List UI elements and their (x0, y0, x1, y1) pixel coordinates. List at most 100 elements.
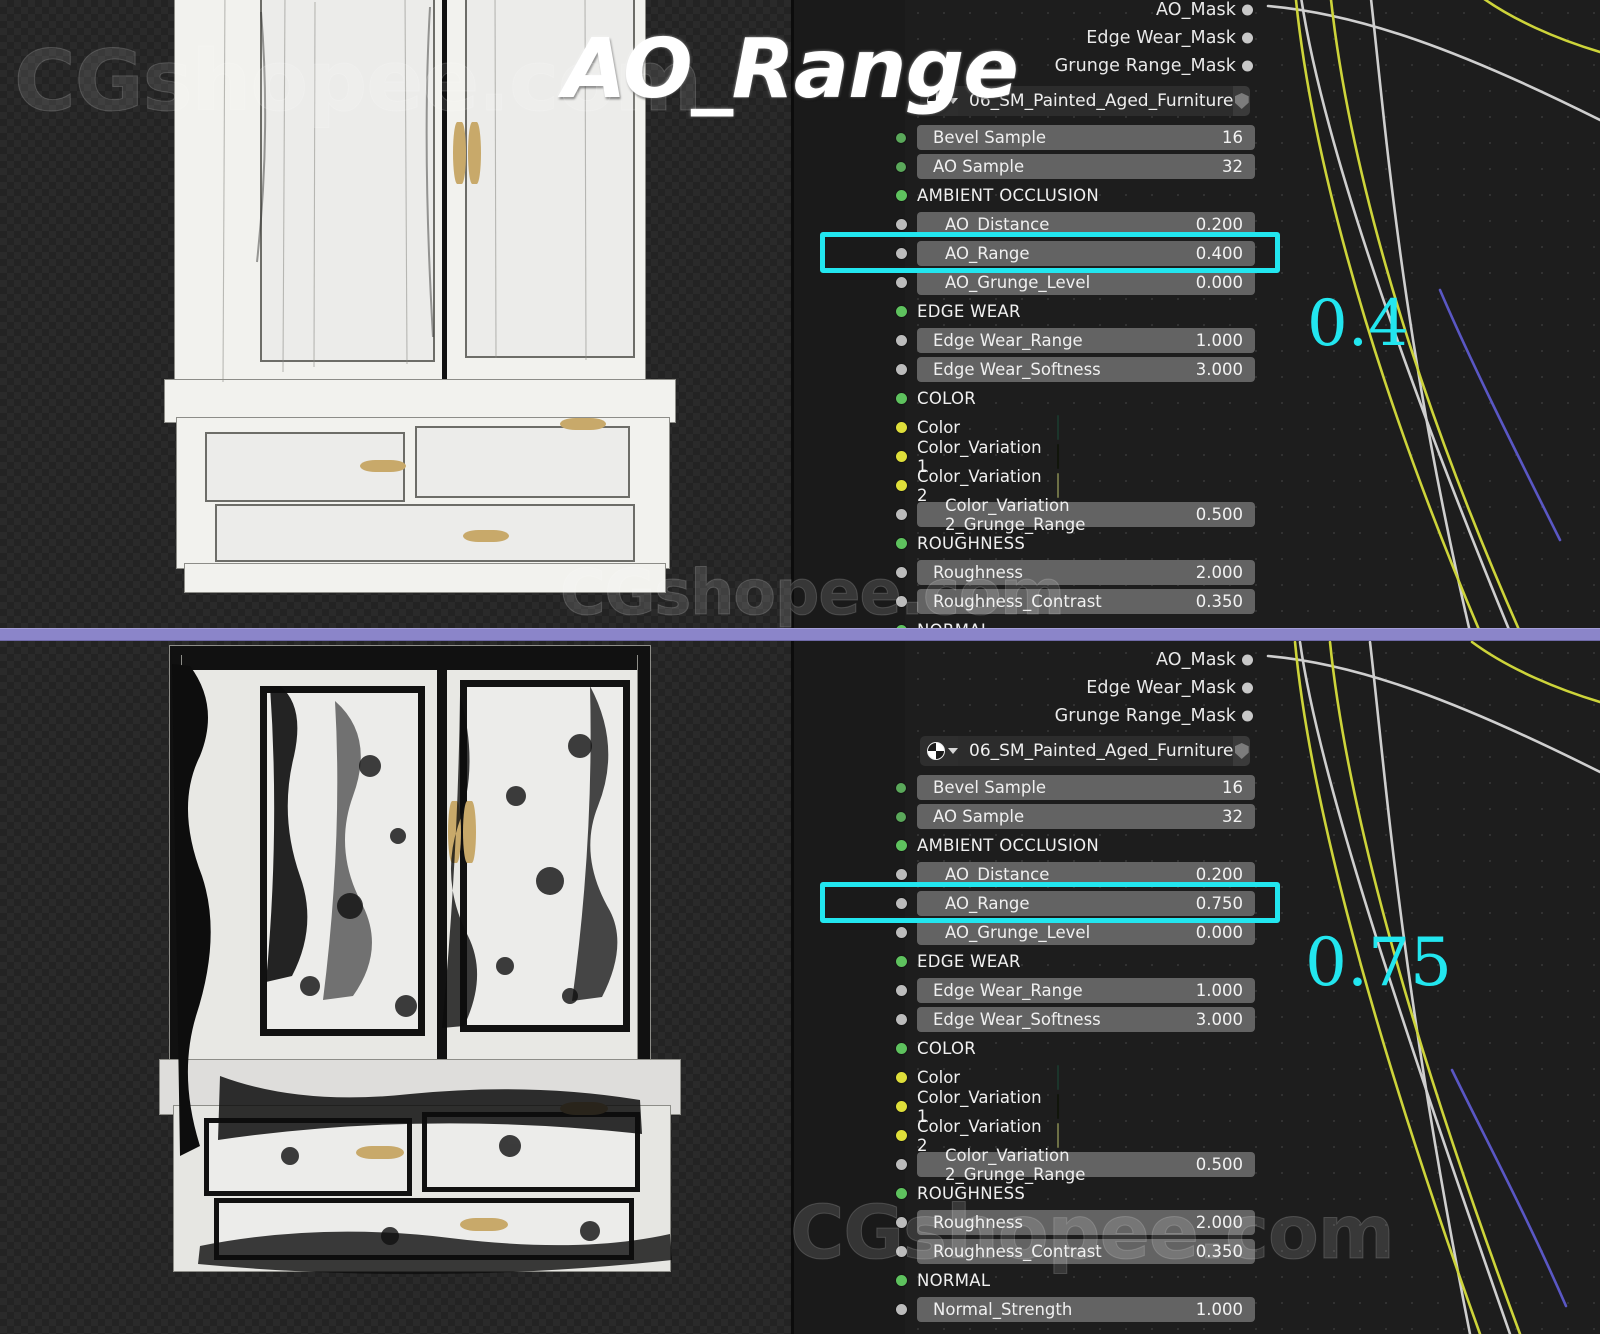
node-property-row[interactable]: Color_Variation 2_Grunge_Range 0.500 (895, 1146, 1255, 1184)
socket-dot-icon[interactable] (895, 868, 908, 881)
socket-dot-icon[interactable] (895, 1100, 908, 1113)
property-value-field[interactable]: AO_Grunge_Level 0.000 (917, 270, 1255, 295)
socket-dot-icon[interactable] (895, 1274, 908, 1287)
socket-dot-icon[interactable] (895, 566, 908, 579)
property-value-field[interactable]: Roughness_Contrast 0.350 (917, 1239, 1255, 1264)
socket-dot-icon[interactable] (895, 1071, 908, 1084)
node-property-row[interactable]: Roughness_Contrast 0.350 (895, 1238, 1255, 1265)
node-property-row[interactable]: Roughness 2.000 (895, 559, 1255, 586)
socket-dot-icon[interactable] (895, 247, 908, 260)
property-value-field[interactable]: AO_Range 0.750 (917, 891, 1255, 916)
node-property-row[interactable]: Edge Wear_Range 1.000 (895, 977, 1255, 1004)
socket-dot-icon[interactable] (895, 984, 908, 997)
property-value-field[interactable]: Normal_Strength 1.000 (917, 1297, 1255, 1322)
socket-dot-icon[interactable] (895, 334, 908, 347)
node-property-row[interactable]: Edge Wear_Range 1.000 (895, 327, 1255, 354)
socket-dot-icon[interactable] (895, 781, 907, 794)
socket-dot-icon[interactable] (895, 450, 908, 463)
property-value-field[interactable]: Roughness 2.000 (917, 1210, 1255, 1235)
socket-dot-icon[interactable] (1241, 709, 1254, 723)
property-value-field[interactable]: AO_Distance 0.200 (917, 212, 1255, 237)
color-swatch[interactable] (1057, 473, 1059, 498)
socket-dot-icon[interactable] (895, 1303, 908, 1316)
node-property-row[interactable]: Bevel Sample 16 (895, 124, 1255, 151)
fake-user-shield-button[interactable] (1233, 86, 1250, 116)
material-identifier-row[interactable]: 06_SM_Painted_Aged_Furniture (920, 736, 1250, 766)
property-value-field[interactable]: Bevel Sample 16 (917, 125, 1255, 150)
node-output-socket[interactable]: AO_Mask (885, 0, 1260, 24)
node-property-row[interactable]: Edge Wear_Softness 3.000 (895, 1006, 1255, 1033)
socket-dot-icon[interactable] (895, 508, 908, 521)
color-swatch[interactable] (1057, 444, 1059, 469)
socket-dot-icon[interactable] (895, 305, 908, 318)
socket-dot-icon[interactable] (1241, 681, 1254, 695)
property-value-field[interactable]: Color_Variation 2_Grunge_Range 0.500 (917, 1146, 1255, 1184)
material-name-field[interactable]: 06_SM_Painted_Aged_Furniture (958, 736, 1234, 766)
property-value-field[interactable]: AO_Grunge_Level 0.000 (917, 920, 1255, 945)
socket-dot-icon[interactable] (895, 218, 908, 231)
socket-dot-icon[interactable] (895, 955, 908, 968)
property-value-field[interactable]: Edge Wear_Range 1.000 (917, 328, 1255, 353)
socket-dot-icon[interactable] (895, 810, 907, 823)
node-output-socket[interactable]: Edge Wear_Mask (885, 674, 1260, 702)
property-value-field[interactable]: Roughness_Contrast 0.350 (917, 589, 1255, 614)
node-property-row[interactable]: Roughness_Contrast 0.350 (895, 588, 1255, 615)
node-property-row[interactable]: AO_Range 0.750 (895, 890, 1255, 917)
property-value-field[interactable]: AO Sample 32 (917, 154, 1255, 179)
socket-dot-icon[interactable] (895, 595, 908, 608)
socket-dot-icon[interactable] (895, 1042, 908, 1055)
node-property-row[interactable]: AO_Distance 0.200 (895, 861, 1255, 888)
socket-dot-icon[interactable] (895, 276, 908, 289)
color-swatch[interactable] (1057, 1123, 1059, 1148)
socket-dot-icon[interactable] (895, 1245, 908, 1258)
node-property-row[interactable]: AO_Distance 0.200 (895, 211, 1255, 238)
property-value-field[interactable]: Edge Wear_Softness 3.000 (917, 357, 1255, 382)
socket-dot-icon[interactable] (895, 479, 908, 492)
socket-dot-icon[interactable] (895, 839, 908, 852)
socket-dot-icon[interactable] (895, 1158, 908, 1171)
node-property-row[interactable]: AO Sample 32 (895, 153, 1255, 180)
color-swatch[interactable] (1057, 415, 1059, 440)
node-property-row[interactable]: Color_Variation 2_Grunge_Range 0.500 (895, 496, 1255, 534)
socket-dot-icon[interactable] (895, 160, 907, 173)
socket-dot-icon[interactable] (895, 897, 908, 910)
color-swatch[interactable] (1057, 1094, 1059, 1119)
socket-dot-icon[interactable] (895, 363, 908, 376)
socket-dot-icon[interactable] (895, 537, 908, 550)
property-value-field[interactable]: AO_Distance 0.200 (917, 862, 1255, 887)
socket-dot-icon[interactable] (1241, 3, 1254, 17)
socket-dot-icon[interactable] (1241, 653, 1254, 667)
socket-dot-icon[interactable] (1241, 31, 1254, 45)
node-output-socket[interactable]: Grunge Range_Mask (885, 702, 1260, 730)
node-property-row[interactable]: AO_Grunge_Level 0.000 (895, 919, 1255, 946)
node-property-row[interactable]: AO_Range 0.400 (895, 240, 1255, 267)
property-value-field[interactable]: Roughness 2.000 (917, 560, 1255, 585)
node-property-row[interactable]: Normal_Strength 1.000 (895, 1296, 1255, 1323)
socket-dot-icon[interactable] (895, 421, 908, 434)
property-value-field[interactable]: Bevel Sample 16 (917, 775, 1255, 800)
socket-dot-icon[interactable] (895, 189, 908, 202)
property-value-field[interactable]: Edge Wear_Softness 3.000 (917, 1007, 1255, 1032)
socket-dot-icon[interactable] (895, 1187, 908, 1200)
property-value-field[interactable]: Edge Wear_Range 1.000 (917, 978, 1255, 1003)
material-icon-dropdown[interactable] (920, 736, 958, 766)
property-value-field[interactable]: AO Sample 32 (917, 804, 1255, 829)
fake-user-shield-button[interactable] (1233, 736, 1250, 766)
socket-dot-icon[interactable] (895, 1129, 908, 1142)
socket-dot-icon[interactable] (895, 1013, 908, 1026)
chevron-down-icon[interactable] (948, 748, 958, 754)
property-value-field[interactable]: AO_Range 0.400 (917, 241, 1255, 266)
node-property-row[interactable]: Bevel Sample 16 (895, 774, 1255, 801)
socket-dot-icon[interactable] (895, 926, 908, 939)
color-swatch[interactable] (1057, 1065, 1059, 1090)
socket-dot-icon[interactable] (895, 1216, 908, 1229)
node-property-row[interactable]: Edge Wear_Softness 3.000 (895, 356, 1255, 383)
socket-dot-icon[interactable] (895, 392, 908, 405)
node-property-row[interactable]: AO Sample 32 (895, 803, 1255, 830)
node-output-socket[interactable]: AO_Mask (885, 646, 1260, 674)
node-property-row[interactable]: Roughness 2.000 (895, 1209, 1255, 1236)
socket-dot-icon[interactable] (1241, 59, 1254, 73)
socket-dot-icon[interactable] (895, 131, 907, 144)
node-properties-panel-bottom[interactable]: AO_Mask Edge Wear_Mask Grunge Range_Mask 0… (895, 646, 1255, 1325)
node-property-row[interactable]: AO_Grunge_Level 0.000 (895, 269, 1255, 296)
